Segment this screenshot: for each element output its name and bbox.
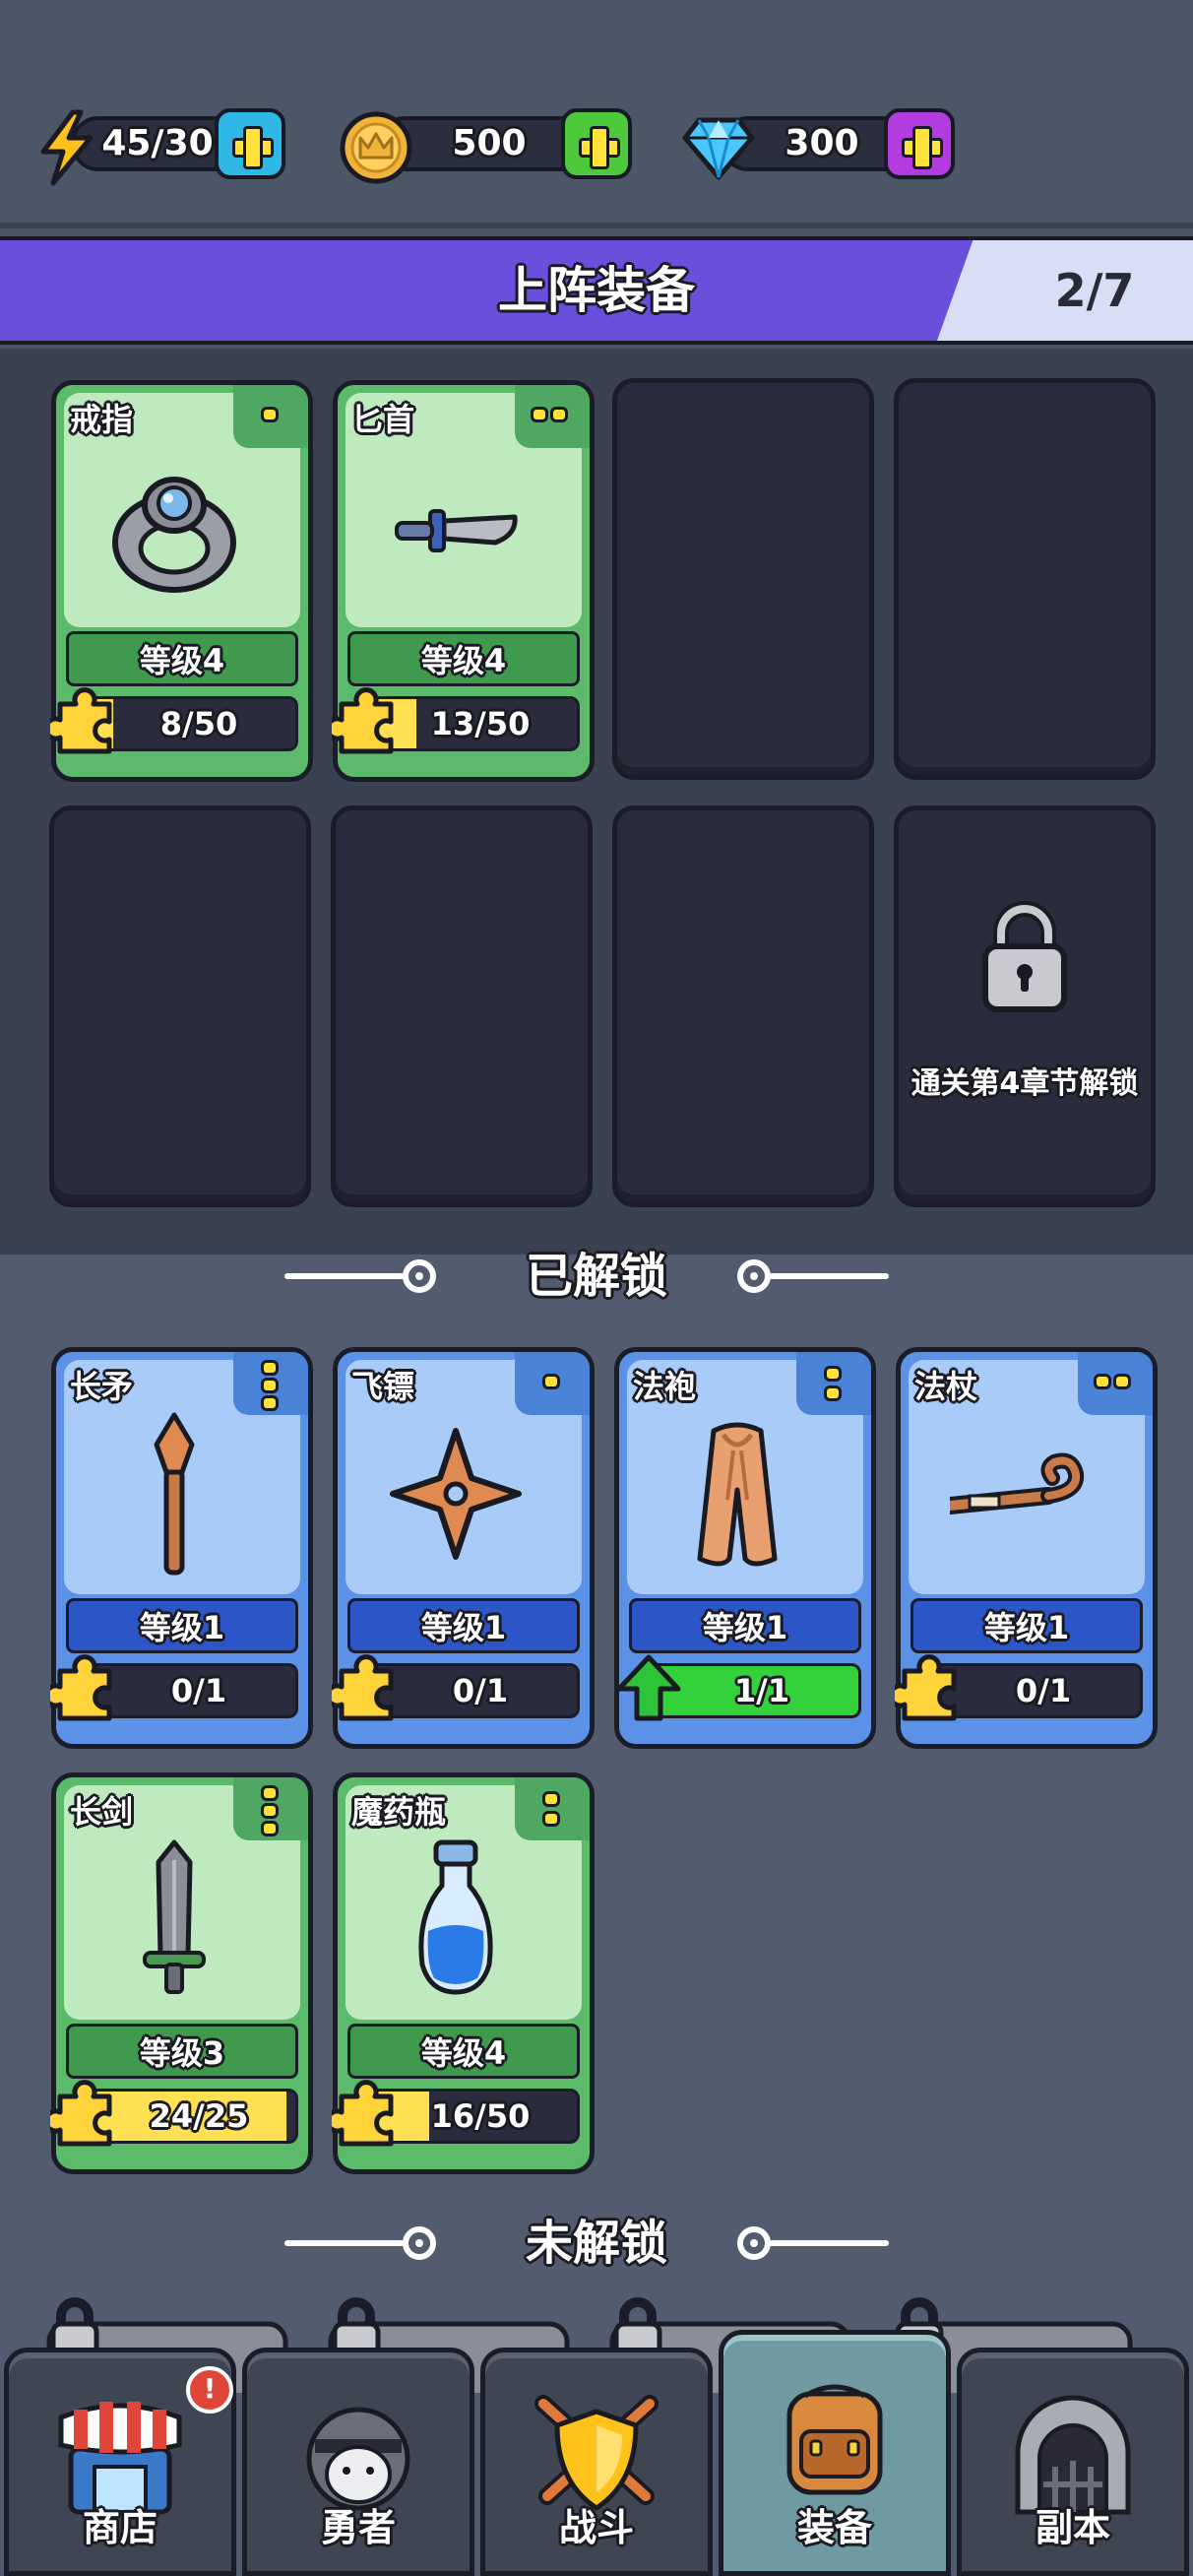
shard-progress-text: 1/1 <box>733 1672 790 1709</box>
gem-counter: 300 <box>679 108 957 180</box>
diamond-icon <box>682 117 755 180</box>
shard-progress-text: 16/50 <box>430 2097 531 2135</box>
ring-icon <box>112 477 236 593</box>
item-level: 等级1 <box>629 1598 861 1653</box>
shard-progress-text: 0/1 <box>1015 1672 1072 1709</box>
add-energy-button[interactable] <box>215 108 285 179</box>
locked-section-header: 未解锁 <box>0 2204 1193 2283</box>
shard-progress-text: 0/1 <box>452 1672 509 1709</box>
item-name: 飞镖 <box>351 1368 415 1405</box>
puzzle-piece-icon <box>50 687 112 754</box>
rarity-badge <box>796 1352 871 1415</box>
tab-label: 勇者 <box>320 2506 396 2549</box>
tab-hero[interactable]: 勇者 <box>242 2348 474 2576</box>
rarity-badge <box>233 1777 308 1840</box>
top-currency-bar: 45/30 500 300 <box>0 0 1193 228</box>
item-card-shuriken[interactable]: 飞镖 等级1 0/1 <box>332 1347 595 1749</box>
rarity-badge <box>515 1777 590 1840</box>
tab-equipment[interactable]: 装备 <box>719 2330 951 2576</box>
item-card-staff[interactable]: 法杖 等级1 0/1 <box>895 1347 1158 1749</box>
puzzle-piece-icon <box>332 1654 394 1721</box>
equipped-item-ring[interactable]: 戒指 等级4 8/50 <box>50 380 313 782</box>
item-level: 等级3 <box>66 2024 298 2079</box>
tab-label: 商店 <box>82 2506 157 2549</box>
staff-icon <box>950 1452 1085 1514</box>
unlocked-section-header: 已解锁 <box>0 1237 1193 1316</box>
empty-equip-slot[interactable] <box>49 805 311 1207</box>
tab-label: 战斗 <box>558 2506 634 2549</box>
shuriken-icon <box>390 1428 522 1560</box>
puzzle-piece-icon <box>895 1654 957 1721</box>
item-level: 等级1 <box>910 1598 1143 1653</box>
tab-shop[interactable]: ! 商店 <box>4 2348 236 2576</box>
gold-counter: 500 <box>337 108 634 184</box>
equipped-count: 2/7 <box>1054 264 1135 317</box>
item-level: 等级4 <box>66 631 298 686</box>
empty-equip-slot[interactable] <box>894 378 1156 780</box>
tab-label: 副本 <box>1035 2506 1110 2549</box>
rarity-badge <box>233 385 308 448</box>
add-gold-button[interactable] <box>561 108 632 179</box>
puzzle-piece-icon <box>332 2080 394 2147</box>
item-name: 长剑 <box>70 1793 134 1831</box>
item-level: 等级1 <box>66 1598 298 1653</box>
shard-progress-text: 13/50 <box>430 705 531 742</box>
unlocked-section-title: 已解锁 <box>525 1249 667 1304</box>
empty-equip-slot[interactable] <box>331 805 593 1207</box>
crown-coin-icon <box>340 111 412 184</box>
gold-value: 500 <box>452 123 527 163</box>
empty-equip-slot[interactable] <box>612 378 874 780</box>
rarity-badge <box>1078 1352 1153 1415</box>
item-card-sword[interactable]: 长剑 等级3 24/25 <box>50 1772 313 2174</box>
potion-icon <box>418 1839 493 1995</box>
spear-icon <box>154 1412 195 1576</box>
locked-equip-slot[interactable]: 通关第4章节解锁 <box>894 805 1156 1207</box>
shard-progress-text: 8/50 <box>159 705 238 742</box>
empty-equip-slot[interactable] <box>612 805 874 1207</box>
lightning-icon <box>40 109 94 186</box>
equipped-item-dagger[interactable]: 匕首 等级4 13/50 <box>332 380 595 782</box>
equipped-count-box: 2/7 <box>937 240 1193 341</box>
rarity-badge <box>515 385 590 448</box>
puzzle-piece-icon <box>332 687 394 754</box>
item-card-potion[interactable]: 魔药瓶 等级4 16/50 <box>332 1772 595 2174</box>
sword-icon <box>143 1839 206 1994</box>
item-name: 长矛 <box>70 1368 134 1405</box>
upgrade-arrow-icon <box>616 1654 681 1721</box>
shard-progress-text: 0/1 <box>170 1672 227 1709</box>
padlock-icon <box>982 901 1067 1012</box>
rarity-badge <box>233 1352 308 1415</box>
equipped-header: 上阵装备 2/7 <box>0 236 1193 345</box>
shard-progress-text: 24/25 <box>149 2097 249 2135</box>
item-card-robe[interactable]: 法袍 等级1 1/1 <box>614 1347 876 1749</box>
tab-label: 装备 <box>796 2506 872 2549</box>
item-name: 法杖 <box>914 1368 978 1405</box>
item-name: 匕首 <box>351 401 415 438</box>
puzzle-piece-icon <box>50 1654 112 1721</box>
item-name: 戒指 <box>70 401 134 438</box>
dagger-icon <box>395 509 518 552</box>
right-ornament-icon <box>737 2226 889 2260</box>
notification-badge: ! <box>186 2366 233 2414</box>
item-level: 等级4 <box>347 2024 580 2079</box>
energy-counter: 45/30 <box>30 108 287 186</box>
unlock-condition-text: 通关第4章节解锁 <box>910 1066 1139 1101</box>
item-level: 等级4 <box>347 631 580 686</box>
item-name: 法袍 <box>633 1368 697 1405</box>
add-gems-button[interactable] <box>884 108 955 179</box>
rarity-badge <box>515 1352 590 1415</box>
item-name: 魔药瓶 <box>351 1793 447 1831</box>
right-ornament-icon <box>737 1259 889 1293</box>
energy-value: 45/30 <box>101 123 214 163</box>
tab-battle[interactable]: 战斗 <box>480 2348 713 2576</box>
gem-value: 300 <box>785 123 859 163</box>
puzzle-piece-icon <box>50 2080 112 2147</box>
item-level: 等级1 <box>347 1598 580 1653</box>
locked-section-title: 未解锁 <box>525 2216 667 2271</box>
tab-dungeon[interactable]: 副本 <box>957 2348 1189 2576</box>
backpack-icon <box>786 2384 883 2495</box>
robe-icon <box>697 1422 778 1567</box>
item-card-spear[interactable]: 长矛 等级1 0/1 <box>50 1347 313 1749</box>
